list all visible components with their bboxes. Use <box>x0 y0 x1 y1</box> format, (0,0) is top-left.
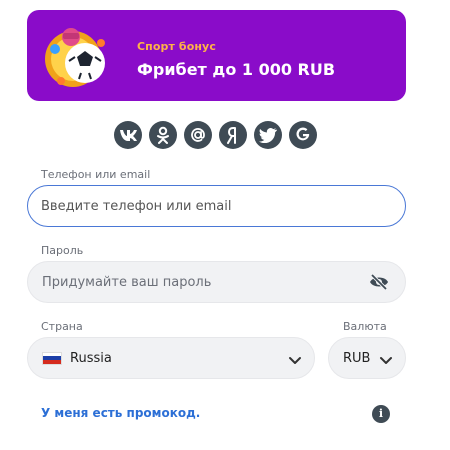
promo-code-link[interactable]: У меня есть промокод. <box>41 406 200 420</box>
country-select[interactable]: Russia <box>27 337 315 379</box>
password-input[interactable] <box>28 262 405 302</box>
login-label: Телефон или email <box>41 168 151 181</box>
soccer-ball-gift-icon <box>41 21 131 95</box>
sport-bonus-banner[interactable]: Спорт бонус Фрибет до 1 000 RUB <box>27 10 406 101</box>
country-value: Russia <box>70 350 112 366</box>
login-input[interactable] <box>28 186 405 226</box>
chevron-down-icon <box>288 352 302 371</box>
currency-value: RUB <box>343 350 371 366</box>
banner-subtitle: Спорт бонус <box>137 40 216 53</box>
banner-title: Фрибет до 1 000 RUB <box>137 60 336 79</box>
info-icon[interactable]: i <box>372 405 390 423</box>
currency-select[interactable]: RUB <box>328 337 406 379</box>
mail-ru-icon[interactable] <box>184 121 212 149</box>
twitter-icon[interactable] <box>254 121 282 149</box>
chevron-down-icon <box>379 352 393 371</box>
currency-label: Валюта <box>343 320 387 333</box>
google-icon[interactable] <box>289 121 317 149</box>
login-field <box>27 185 406 227</box>
country-label: Страна <box>41 320 83 333</box>
yandex-icon[interactable] <box>219 121 247 149</box>
social-login-row <box>114 121 317 149</box>
vk-icon[interactable] <box>114 121 142 149</box>
password-label: Пароль <box>41 244 84 257</box>
eye-slash-icon[interactable] <box>369 273 389 294</box>
russia-flag-icon <box>42 351 62 365</box>
password-field <box>27 261 406 303</box>
odnoklassniki-icon[interactable] <box>149 121 177 149</box>
